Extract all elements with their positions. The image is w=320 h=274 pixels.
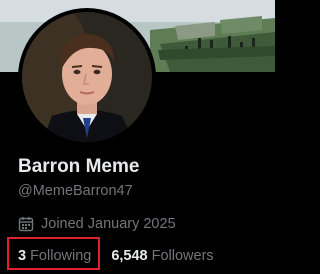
following-label: Following [30, 248, 92, 264]
follow-stats: 3 Following 6,548 Followers [18, 248, 214, 264]
user-handle: @MemeBarron47 [18, 183, 133, 199]
followers-count: 6,548 [111, 248, 148, 264]
followers-link[interactable]: 6,548 Followers [111, 248, 213, 264]
avatar-border [18, 8, 156, 146]
display-name: Barron Meme [18, 156, 140, 177]
profile-header: Barron Meme @MemeBarron47 Joined January… [0, 0, 275, 274]
avatar-photo [22, 12, 152, 142]
joined-date: Joined January 2025 [18, 215, 176, 233]
joined-text: Joined January 2025 [41, 216, 176, 232]
following-count: 3 [18, 248, 27, 264]
followers-label: Followers [151, 248, 214, 264]
calendar-icon [18, 216, 34, 232]
following-link[interactable]: 3 Following [18, 248, 91, 264]
avatar[interactable] [22, 12, 152, 142]
